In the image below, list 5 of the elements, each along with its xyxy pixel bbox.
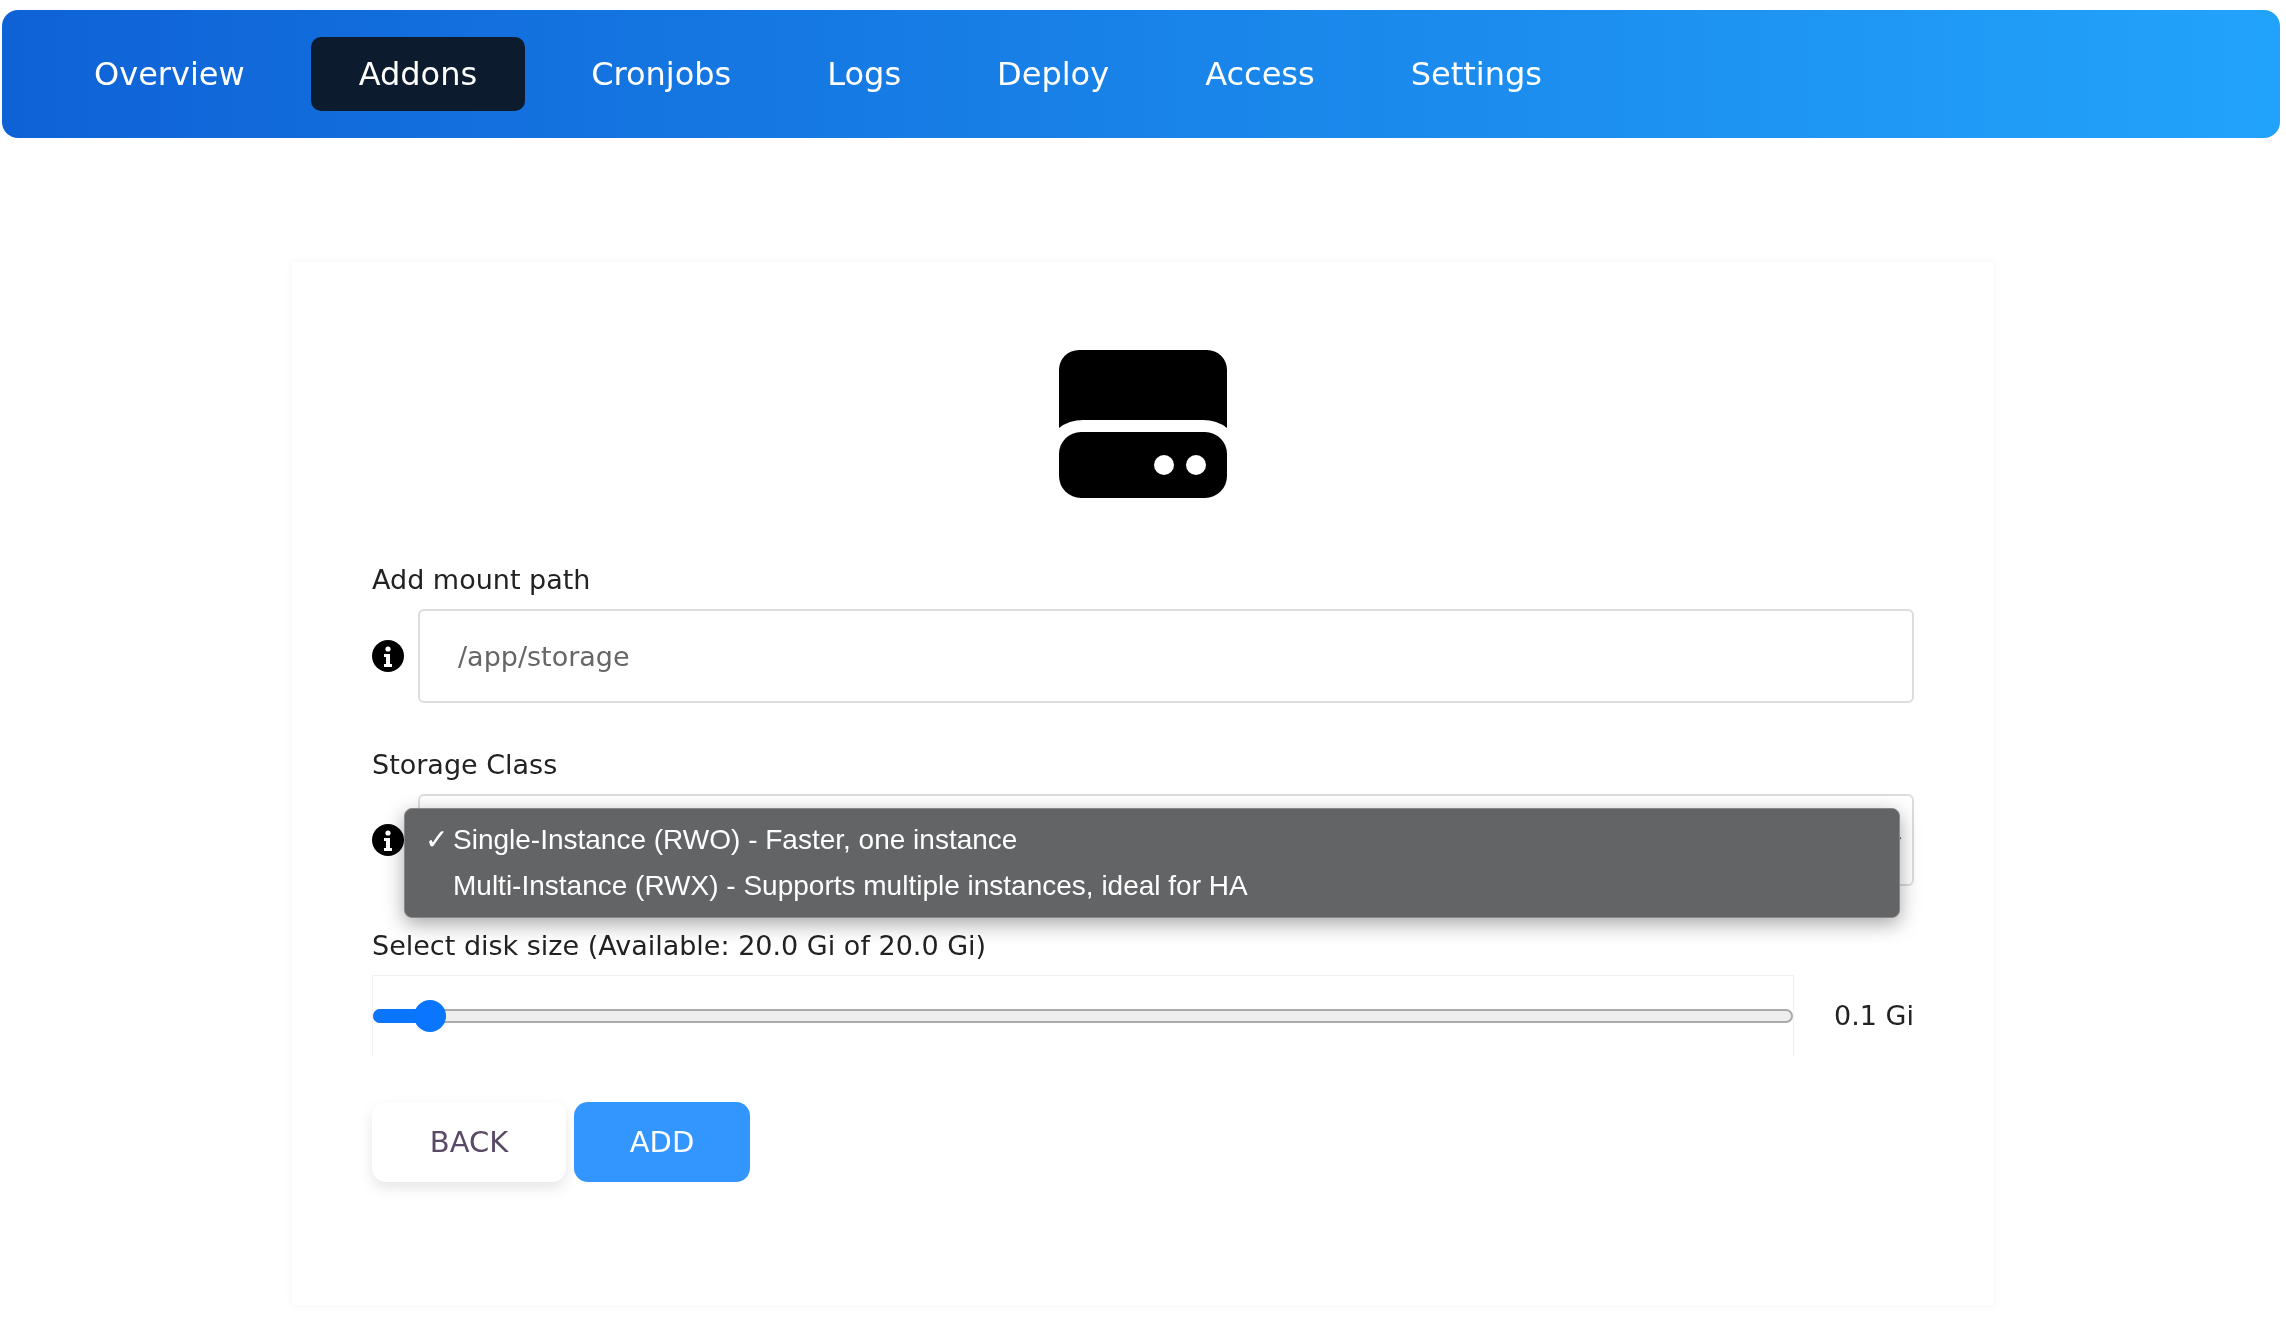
field-label: Select disk size (Available: 20.0 Gi of 20.0 Gi)	[372, 930, 988, 961]
checkmark: ✓	[425, 824, 448, 855]
field-label: Storage Class	[372, 749, 559, 780]
field-label: Add mount path	[372, 564, 592, 595]
disk-size-value: 0.1 Gi	[1834, 1000, 1914, 1031]
